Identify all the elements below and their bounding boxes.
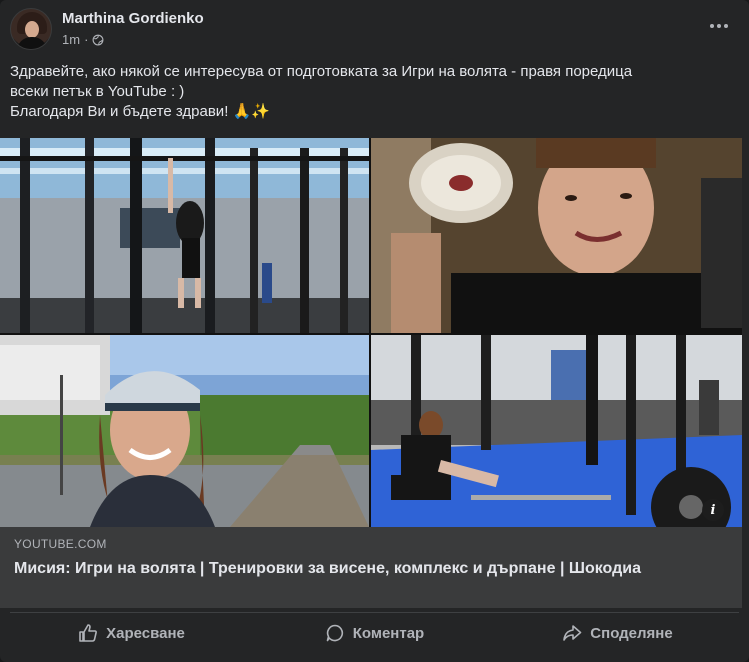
share-icon: [563, 625, 582, 641]
like-button[interactable]: Харесване: [10, 615, 253, 651]
post-meta: 1m ·: [62, 32, 104, 47]
link-preview-card[interactable]: YOUTUBE.COM Мисия: Игри на волята | Трен…: [0, 527, 742, 608]
comment-button[interactable]: Коментар: [253, 615, 496, 651]
link-preview-image-grid[interactable]: i: [0, 138, 742, 527]
post-text-line: Здравейте, ако някой се интересува от по…: [10, 63, 633, 80]
comment-label: Коментар: [352, 624, 425, 642]
selfie-with-plate-photo[interactable]: [371, 138, 742, 333]
author-name[interactable]: Marthina Gordienko: [62, 10, 204, 27]
gym-hanging-photo[interactable]: [0, 138, 369, 333]
more-options-icon: [710, 24, 714, 28]
post-text: Здравейте, ако някой се интересува от по…: [10, 62, 729, 122]
gym-floor-exercise-photo[interactable]: [371, 335, 742, 527]
like-label: Харесване: [106, 624, 185, 642]
thumbs-up-icon: [79, 624, 98, 642]
post-card: Marthina Gordienko 1m · Здравейте, ако н…: [0, 0, 749, 662]
share-button[interactable]: Споделяне: [496, 615, 739, 651]
share-label: Споделяне: [590, 624, 673, 642]
avatar[interactable]: [10, 8, 52, 50]
link-domain: YOUTUBE.COM: [14, 537, 107, 551]
link-title[interactable]: Мисия: Игри на волята | Тренировки за ви…: [14, 558, 682, 579]
post-text-line: всеки петък в YouTube : ): [10, 83, 185, 100]
globe-icon[interactable]: [92, 34, 104, 46]
meta-separator: ·: [84, 32, 89, 47]
comment-icon: [326, 624, 343, 642]
post-text-line: Благодаря Ви и бъдете здрави! 🙏✨: [10, 103, 270, 120]
info-icon[interactable]: i: [702, 499, 724, 521]
outdoor-selfie-photo[interactable]: [0, 335, 369, 527]
post-header: Marthina Gordienko 1m ·: [10, 6, 739, 52]
post-time[interactable]: 1m: [62, 32, 80, 47]
post-actions-bar: Харесване Коментар Споделяне: [10, 612, 739, 653]
more-options-button[interactable]: [707, 14, 731, 38]
